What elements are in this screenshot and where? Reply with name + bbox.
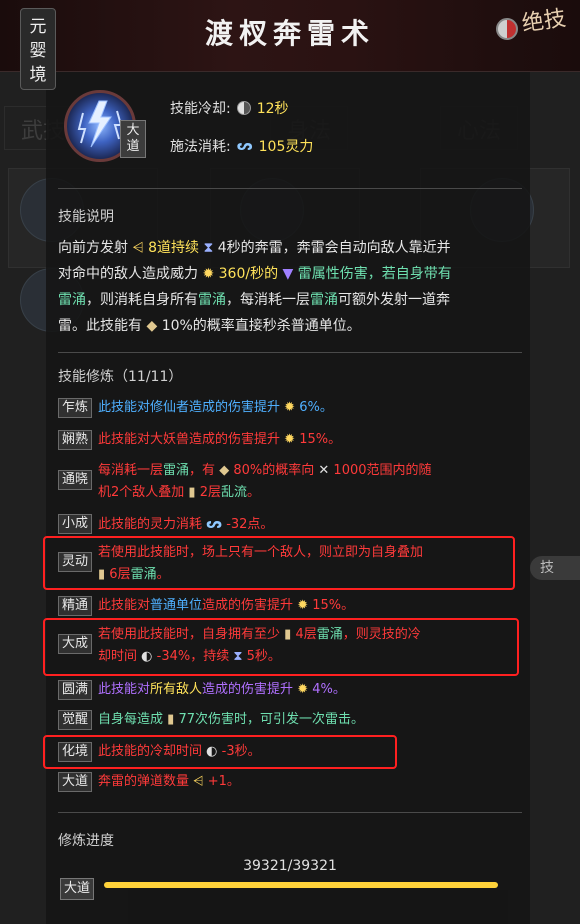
tier-row: 大道 奔雷的弹道数量 ⩤ +1。 (58, 772, 518, 794)
cost-label: 施法消耗: (170, 139, 231, 155)
mana-icon: ᔕ (206, 516, 223, 532)
progress-bar (104, 882, 498, 888)
skill-rank-badge: 大道 (120, 120, 146, 158)
divider (58, 812, 522, 813)
cooldown-value: 12秒 (256, 101, 289, 117)
tier-row: 娴熟 此技能对大妖兽造成的伤害提升 ✹ 15%。 (58, 430, 518, 452)
cooldown-row: 技能冷却: 12秒 (170, 98, 289, 118)
chance-icon: ◆ (219, 463, 230, 478)
highlight-box (43, 618, 519, 676)
projectile-icon: ⩤ (193, 774, 204, 789)
description-title: 技能说明 (58, 209, 114, 225)
power-icon: ✹ (202, 266, 215, 282)
progress-title: 修炼进度 (58, 833, 114, 849)
tier-tag: 通晓 (58, 470, 92, 490)
clock-icon (236, 101, 251, 115)
realm-badge: 元婴境 (20, 8, 56, 90)
hourglass-icon: ⧗ (203, 240, 214, 256)
cost-row: 施法消耗: ᔕ 105灵力 (170, 136, 313, 156)
stack-icon: ▮ (188, 485, 196, 500)
bg-side-tab: 技 (530, 556, 580, 580)
tier-row: 乍炼 此技能对修仙者造成的伤害提升 ✹ 6%。 (58, 398, 518, 420)
tier-row: 圆满 此技能对所有敌人造成的伤害提升 ✹ 4%。 (58, 680, 518, 702)
tier-row: 精通 此技能对普通单位造成的伤害提升 ✹ 15%。 (58, 596, 518, 618)
tier-row: 小成 此技能的灵力消耗 ᔕ -32点。 (58, 514, 518, 536)
skill-description: 向前方发射 ⩤ 8道持续 ⧗ 4秒的奔雷，奔雷会自动向敌人靠近并 对命中的敌人造… (58, 240, 452, 334)
divider (58, 352, 522, 353)
progress-value: 39321/39321 (243, 858, 337, 874)
power-icon: ✹ (284, 432, 296, 447)
tier-tag: 圆满 (58, 680, 92, 700)
mana-icon: ᔕ (236, 138, 253, 154)
power-icon: ✹ (297, 598, 309, 613)
tier-tag: 大道 (58, 772, 92, 792)
tier-row: 通晓 每消耗一层雷涌，有 ◆ 80%的概率向 ✕ 1000范围内的随 机2个敌人… (58, 460, 518, 504)
highlight-box (43, 735, 397, 769)
cooldown-label: 技能冷却: (170, 101, 231, 117)
divider (58, 188, 522, 189)
skill-title: 渡杈奔雷术 (204, 17, 375, 50)
cultivation-title: 技能修炼（11/11） (58, 369, 183, 385)
highlight-box (43, 536, 515, 590)
tier-tag: 小成 (58, 514, 92, 534)
ultimate-icon (496, 18, 518, 40)
chance-icon: ◆ (146, 318, 158, 334)
power-icon: ✹ (284, 400, 296, 415)
tier-row: 觉醒 自身每造成 ▮ 77次伤害时，可引发一次雷击。 (58, 710, 518, 732)
tier-tag: 娴熟 (58, 430, 92, 450)
stack-icon: ▮ (167, 712, 175, 727)
cost-value: 105灵力 (258, 139, 314, 155)
range-icon: ✕ (318, 463, 330, 478)
projectile-icon: ⩤ (132, 240, 144, 256)
title-bar: 渡杈奔雷术 绝技 (0, 0, 580, 72)
power-icon: ✹ (297, 682, 309, 697)
tier-tag: 觉醒 (58, 710, 92, 730)
element-icon: ▼ (282, 266, 294, 282)
progress-rank-badge: 大道 (60, 878, 94, 900)
tier-tag: 乍炼 (58, 398, 92, 418)
tier-tag: 精通 (58, 596, 92, 616)
